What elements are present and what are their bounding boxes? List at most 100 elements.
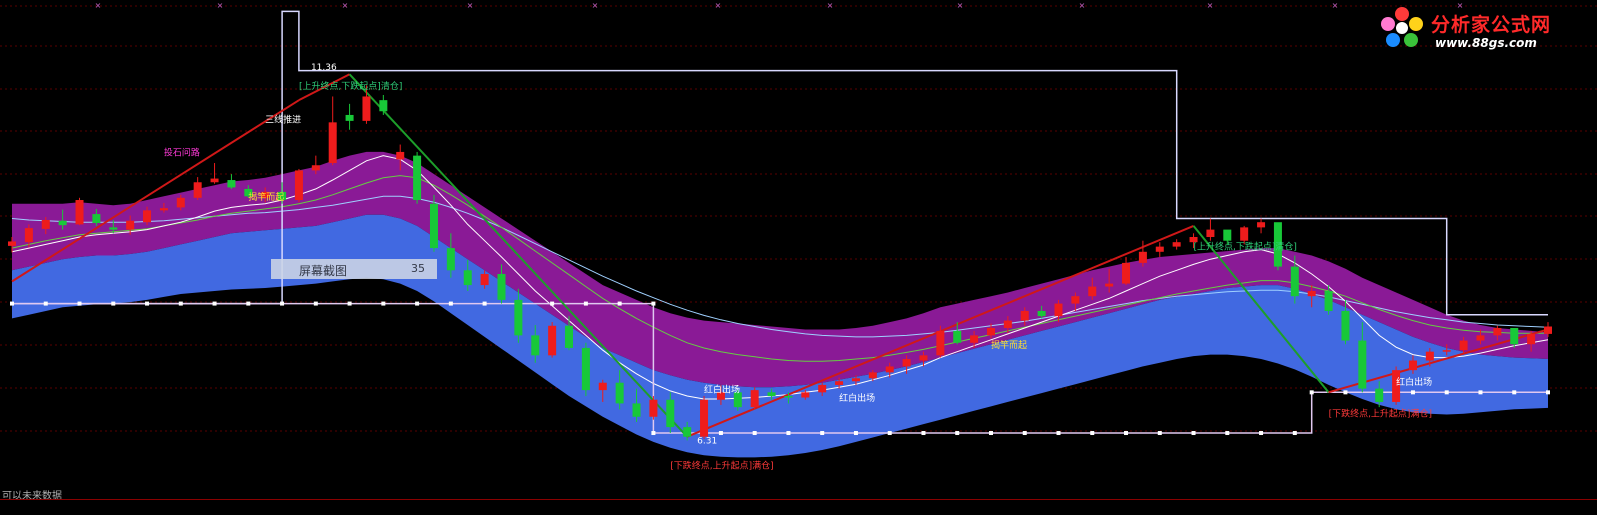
candle-body: [463, 270, 472, 286]
candle-body: [581, 347, 590, 391]
candle-body: [143, 210, 152, 223]
signal-annotation: [下跌终点,上升起点]满仓]: [1329, 408, 1432, 420]
signal-annotation: 红白出场: [704, 383, 740, 395]
candle-body: [1206, 229, 1215, 237]
candle-body: [632, 403, 641, 417]
candle-body: [936, 330, 945, 356]
candle-body: [700, 399, 709, 437]
step-dot: [482, 301, 487, 306]
candle-body: [1223, 229, 1232, 241]
candle-body: [1138, 251, 1147, 263]
candle-body: [176, 197, 185, 208]
candle-body: [514, 299, 523, 336]
candle-body: [311, 165, 320, 171]
grid-top-marker: ×: [715, 1, 722, 10]
step-dot: [1259, 431, 1264, 436]
step-dot: [887, 431, 892, 436]
candle-body: [1375, 388, 1384, 402]
low-value-label: 6.31: [697, 437, 717, 447]
step-dot: [178, 301, 183, 306]
step-dot: [988, 431, 993, 436]
candle-body: [565, 325, 574, 348]
flower-logo-icon: [1381, 7, 1423, 47]
candle-body: [531, 335, 540, 356]
step-dot: [313, 301, 318, 306]
grid-top-marker: ×: [95, 1, 102, 10]
candle-body: [1544, 326, 1552, 334]
step-dot: [651, 431, 656, 436]
tooltip-label: 屏幕截图: [299, 264, 348, 278]
candle-body: [1155, 246, 1164, 252]
candle-body: [8, 241, 16, 246]
signal-annotation: 三线推进: [265, 113, 301, 125]
signal-annotation: 红白出场: [1396, 376, 1432, 388]
candlestick-chart: × × × × × × × × × × × × 11.366.31[上升终点,下跌起点]清仓]三线推进…: [0, 1, 1597, 472]
candle-body: [1493, 327, 1502, 336]
step-dot: [820, 431, 825, 436]
step-dot: [1444, 390, 1449, 395]
candle-body: [615, 382, 624, 404]
step-dot: [583, 301, 588, 306]
candle-body: [210, 178, 219, 183]
step-dot: [752, 431, 757, 436]
candle-body: [683, 427, 692, 437]
candle-body: [75, 200, 84, 225]
step-dot: [617, 301, 622, 306]
step-dot: [1309, 390, 1314, 395]
candle-body: [497, 273, 506, 300]
step-dot: [718, 431, 723, 436]
grid-top-marker: ×: [342, 1, 349, 10]
signal-annotation: 红白出场: [839, 392, 875, 404]
grid-top-marker: ×: [957, 1, 964, 10]
candle-body: [1324, 290, 1333, 311]
candle-body: [41, 219, 50, 229]
candle-body: [1037, 310, 1046, 317]
step-dot: [1090, 431, 1095, 436]
step-dot: [1546, 390, 1550, 395]
step-dot: [853, 431, 858, 436]
step-dot: [1225, 431, 1230, 436]
signal-annotation: 投石问路: [164, 147, 200, 159]
signal-annotation: [下跌终点,上升起点]满仓]: [670, 460, 773, 472]
candle-body: [227, 180, 236, 188]
candle-body: [396, 151, 405, 160]
candle-body: [1341, 310, 1350, 341]
step-dot: [1512, 390, 1517, 395]
candle-body: [902, 359, 911, 367]
candle-body: [986, 327, 995, 336]
high-value-label: 11.36: [311, 63, 337, 73]
candle-body: [1122, 262, 1131, 284]
signal-annotation: 揭竿而起: [991, 339, 1027, 351]
candle-body: [801, 392, 810, 398]
step-dot: [347, 301, 352, 306]
candle-body: [851, 378, 860, 382]
candle-body: [109, 227, 118, 230]
candle-body: [1358, 340, 1367, 389]
step-dot: [448, 301, 453, 306]
step-dot: [1191, 431, 1196, 436]
candle-body: [885, 366, 894, 373]
candle-body: [159, 208, 168, 211]
candle-body: [429, 203, 438, 249]
step-dot: [381, 301, 386, 306]
step-dot: [1343, 390, 1348, 395]
candle-body: [1290, 266, 1299, 297]
footer-bar: 可以未来数据: [0, 487, 1597, 515]
step-dot: [10, 301, 14, 306]
candle-body: [345, 114, 354, 121]
candle-body: [1088, 286, 1097, 297]
step-dot: [246, 301, 251, 306]
logo-url: www.88gs.com: [1435, 36, 1537, 50]
candle-body: [1003, 320, 1012, 328]
step-dot: [1478, 390, 1483, 395]
candle-body: [126, 220, 135, 230]
candle-body: [193, 182, 202, 198]
candle-body: [1071, 296, 1080, 304]
candle-body: [868, 372, 877, 379]
step-dot: [1056, 431, 1061, 436]
screenshot-tooltip: 屏幕截图 35: [271, 259, 437, 279]
candle-body: [328, 122, 337, 164]
candle-body: [24, 228, 33, 243]
candle-body: [1442, 350, 1451, 352]
candle-body: [666, 399, 675, 428]
